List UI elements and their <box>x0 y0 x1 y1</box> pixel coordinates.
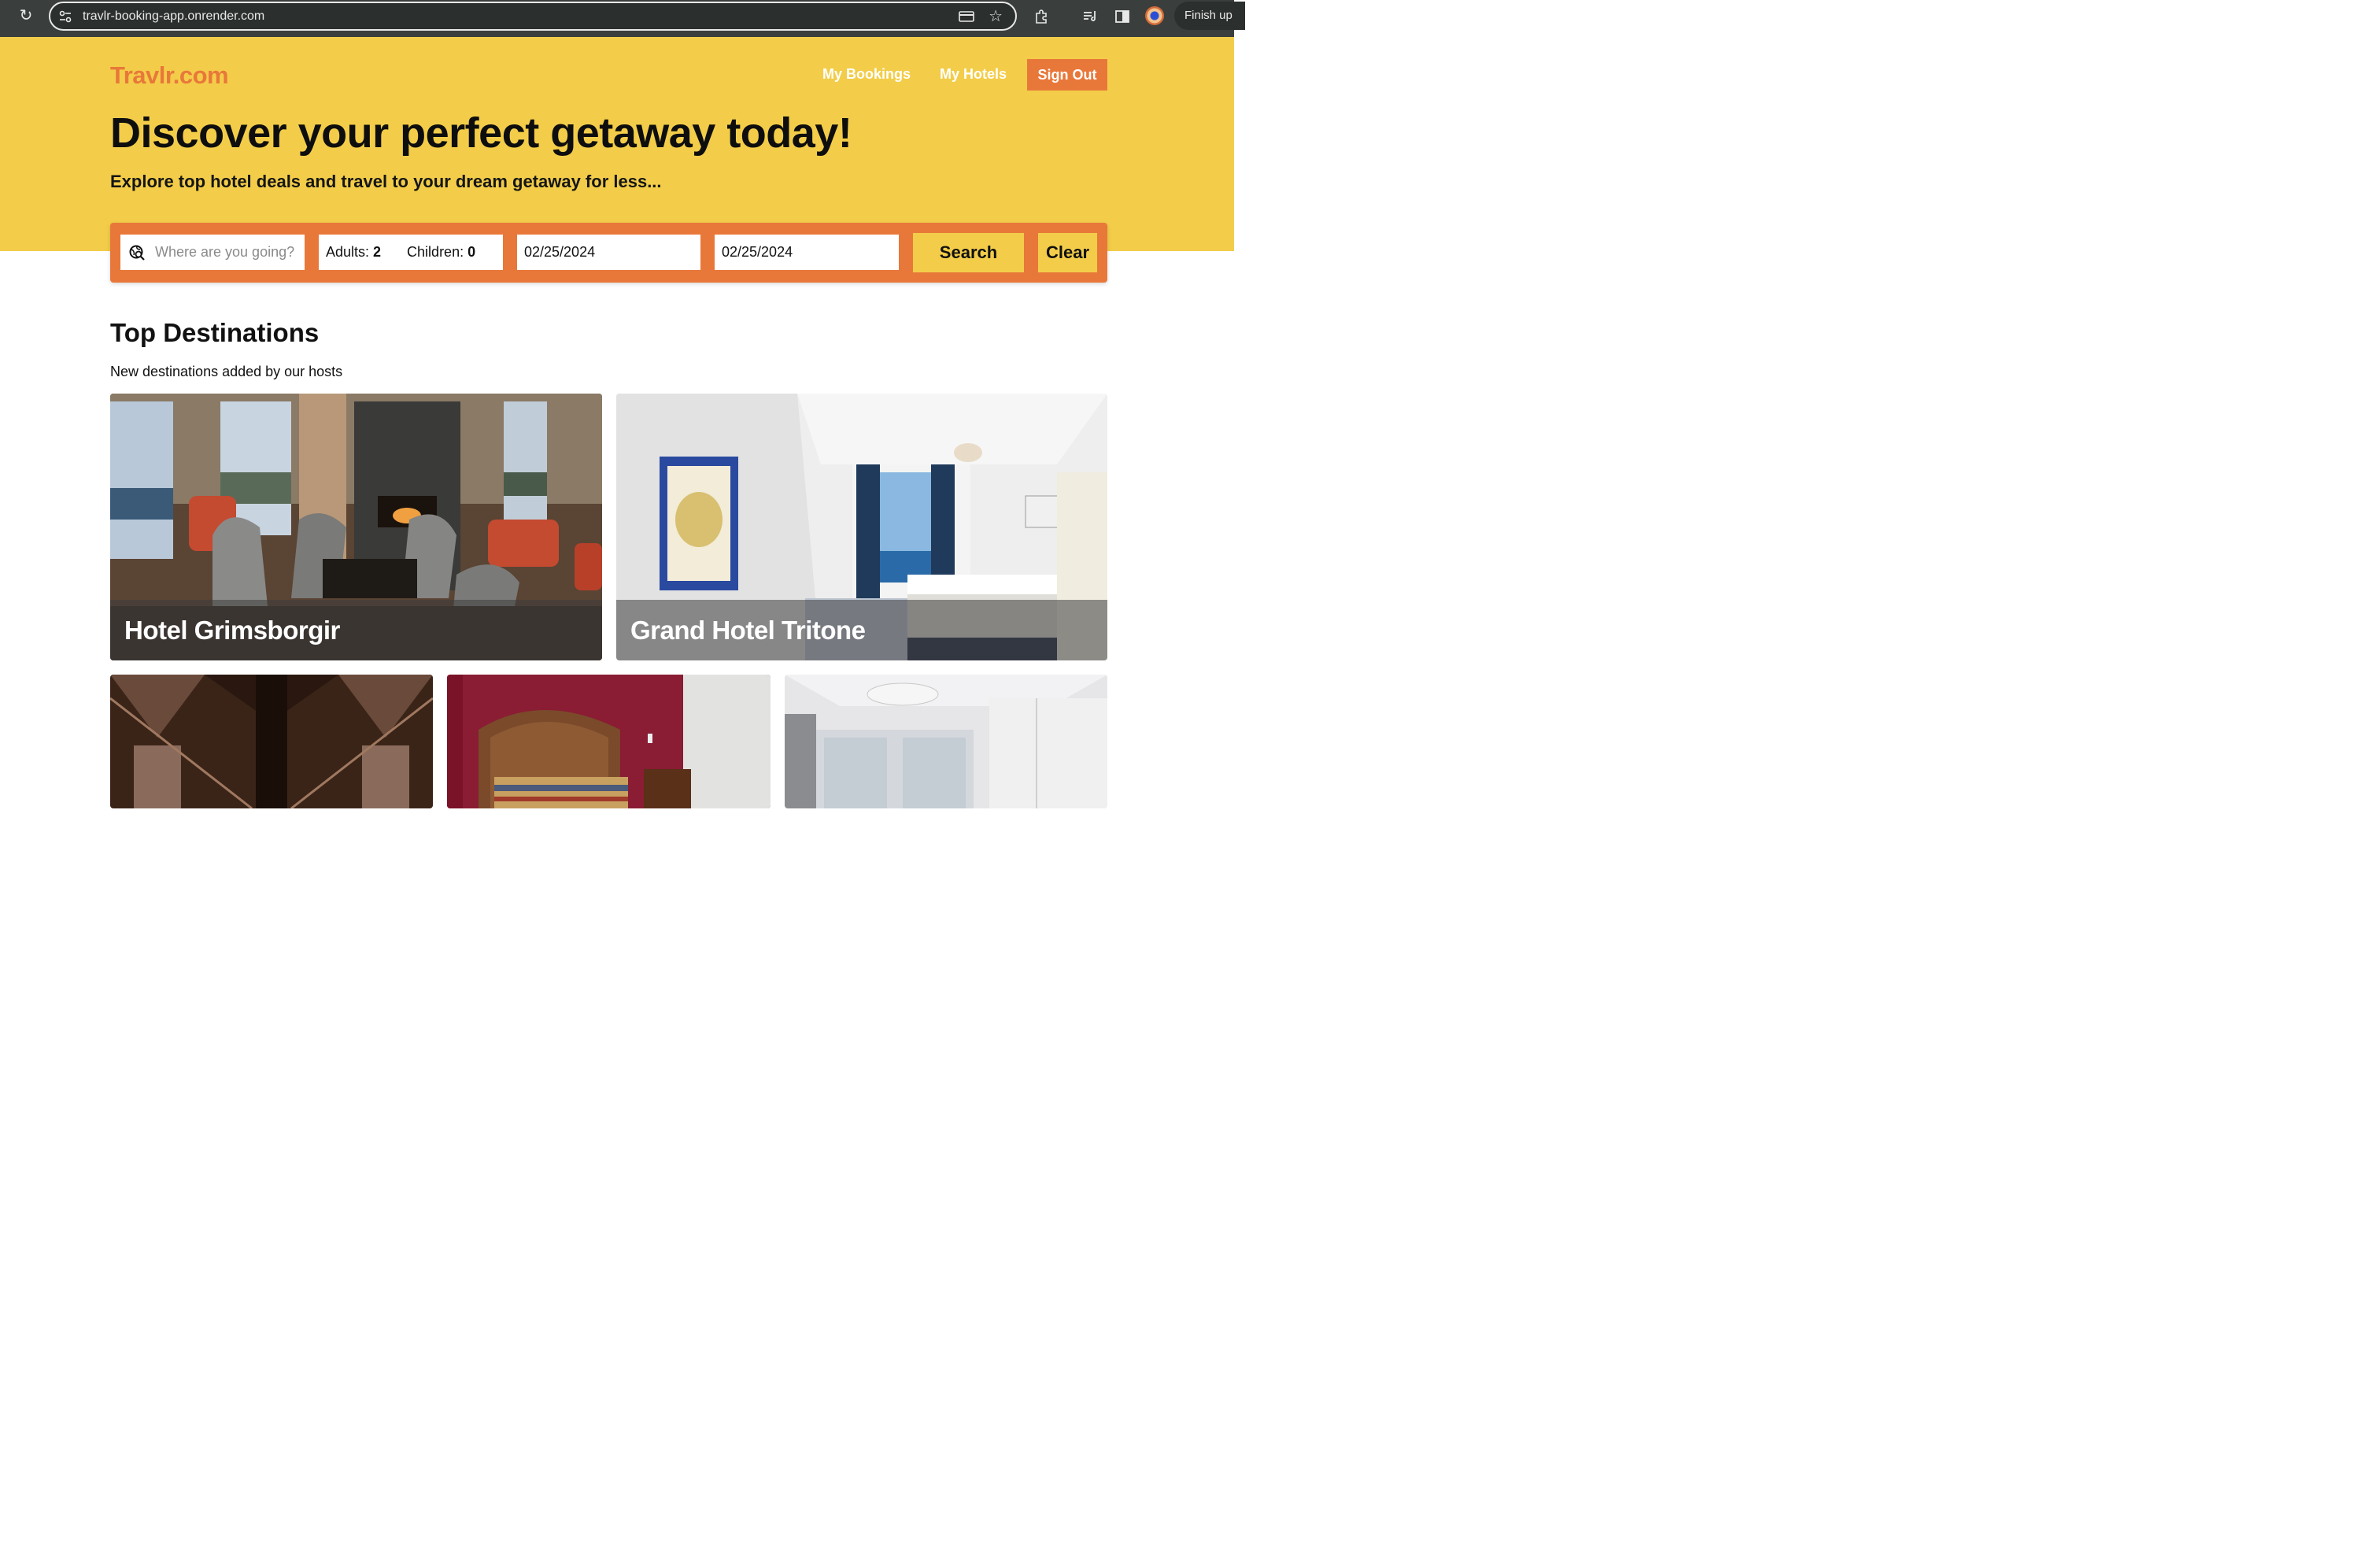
destination-field[interactable] <box>120 235 306 270</box>
check-out-date-field[interactable]: 02/25/2024 <box>715 235 899 270</box>
browser-toolbar: ↻ travlr-booking-app.onrender.com ☆ Fini… <box>0 0 1245 37</box>
extensions-icon[interactable] <box>1033 8 1051 25</box>
reload-icon[interactable]: ↻ <box>17 7 35 24</box>
sign-out-button[interactable]: Sign Out <box>1027 59 1107 91</box>
children-value[interactable]: 0 <box>468 244 475 261</box>
guests-field[interactable]: Adults: 2 Children: 0 <box>319 235 503 270</box>
destination-card[interactable] <box>785 675 1107 808</box>
destination-card[interactable]: Grand Hotel Tritone <box>616 394 1107 660</box>
site-settings-icon[interactable] <box>58 9 72 24</box>
search-bar: Adults:2 Children:0 02/25/2024 02/25/202… <box>110 223 1107 283</box>
adults-label: Adults: <box>326 244 370 260</box>
address-bar[interactable]: travlr-booking-app.onrender.com ☆ <box>49 2 1017 31</box>
destination-card[interactable] <box>110 675 433 808</box>
hero-title: Discover your perfect getaway today! <box>110 109 852 157</box>
nav-my-hotels[interactable]: My Hotels <box>940 66 1007 83</box>
destination-input[interactable] <box>153 243 306 261</box>
site-logo[interactable]: Travlr.com <box>110 61 229 90</box>
profile-avatar[interactable] <box>1145 6 1164 25</box>
payment-card-icon[interactable] <box>959 10 974 23</box>
bookmark-star-icon[interactable]: ☆ <box>989 8 1003 25</box>
hotel-name[interactable]: Hotel Grimsborgir <box>110 600 602 660</box>
clear-button[interactable]: Clear <box>1038 233 1097 272</box>
hotel-bright-room-photo <box>785 675 1107 808</box>
media-controls-icon[interactable] <box>1081 8 1099 25</box>
hotel-architecture-photo <box>110 675 433 808</box>
hotel-name[interactable]: Grand Hotel Tritone <box>616 600 1107 660</box>
destination-card[interactable] <box>447 675 771 808</box>
search-button[interactable]: Search <box>913 233 1024 272</box>
hero-subtitle: Explore top hotel deals and travel to yo… <box>110 172 662 191</box>
globe-search-icon <box>129 245 145 261</box>
destination-card[interactable]: Hotel Grimsborgir <box>110 394 602 660</box>
section-subtitle: New destinations added by our hosts <box>110 364 343 379</box>
hotel-room-photo <box>447 675 771 808</box>
url-text[interactable]: travlr-booking-app.onrender.com <box>83 9 264 24</box>
check-in-date-field[interactable]: 02/25/2024 <box>517 235 700 270</box>
profile-finish-button[interactable]: Finish up <box>1174 2 1245 30</box>
nav-my-bookings[interactable]: My Bookings <box>822 66 911 83</box>
side-panel-icon[interactable] <box>1114 8 1131 25</box>
adults-value[interactable]: 2 <box>373 244 381 261</box>
children-label: Children: <box>407 244 464 260</box>
section-title: Top Destinations <box>110 318 320 347</box>
